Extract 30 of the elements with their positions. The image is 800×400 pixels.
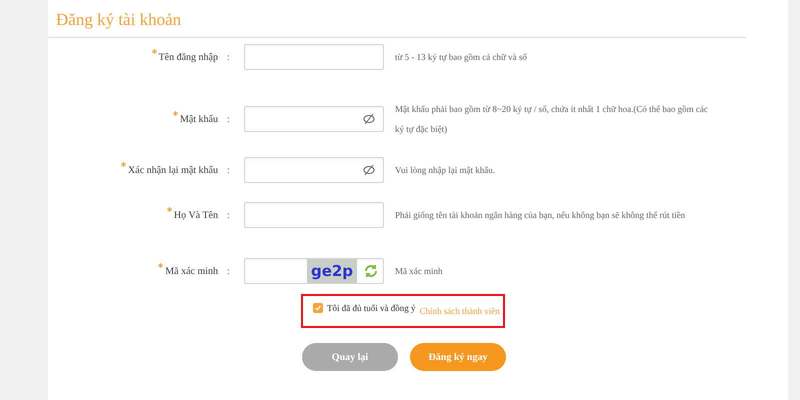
- field-label: Họ Và Tên: [170, 210, 218, 220]
- colon: :: [226, 114, 231, 124]
- field-hint: Phải giống tên tài khoản ngân hàng của bạn, nếu không bạn sẽ không thể rút tiền: [394, 209, 686, 222]
- field-hint: Mật khẩu phải bao gồm từ 8~20 ký tự / số, chứa ít nhất 1 chữ hoa.(Có thể bao gồm các ký tự đặc biệt): [394, 103, 709, 136]
- agreement-text: Tôi đã đủ tuổi và đồng ý: [327, 303, 416, 313]
- input-field[interactable]: [244, 157, 384, 183]
- input-field[interactable]: ge2p: [244, 258, 384, 284]
- field-hint: từ 5 - 13 ký tự bao gồm cả chữ và số: [394, 51, 528, 64]
- input-field[interactable]: [244, 44, 384, 70]
- policy-link[interactable]: Chính sách thành viên: [420, 306, 500, 316]
- field-hint: Mã xác minh: [394, 265, 444, 278]
- field-label: Mật khẩu: [176, 114, 218, 124]
- colon: :: [226, 266, 231, 276]
- field-label: Mã xác minh: [161, 266, 218, 276]
- field-hint: Vui lòng nhập lại mật khẩu.: [394, 164, 496, 177]
- colon: :: [226, 210, 231, 220]
- field-label: Tên đăng nhập: [154, 52, 218, 62]
- captcha-image: ge2p: [307, 259, 357, 283]
- eye-slash-icon[interactable]: [363, 164, 375, 176]
- input-field[interactable]: [244, 106, 384, 132]
- field-label: Xác nhận lại mật khẩu: [124, 164, 218, 176]
- colon: :: [226, 164, 231, 176]
- page-title: Đăng ký tài khoản: [48, 0, 746, 38]
- checkbox[interactable]: [313, 303, 323, 313]
- refresh-icon[interactable]: [364, 264, 378, 278]
- back-button[interactable]: Quay lại: [302, 343, 398, 371]
- eye-slash-icon[interactable]: [363, 113, 375, 125]
- register-button[interactable]: Đăng ký ngay: [410, 343, 506, 371]
- colon: :: [226, 52, 231, 62]
- input-field[interactable]: [244, 202, 384, 228]
